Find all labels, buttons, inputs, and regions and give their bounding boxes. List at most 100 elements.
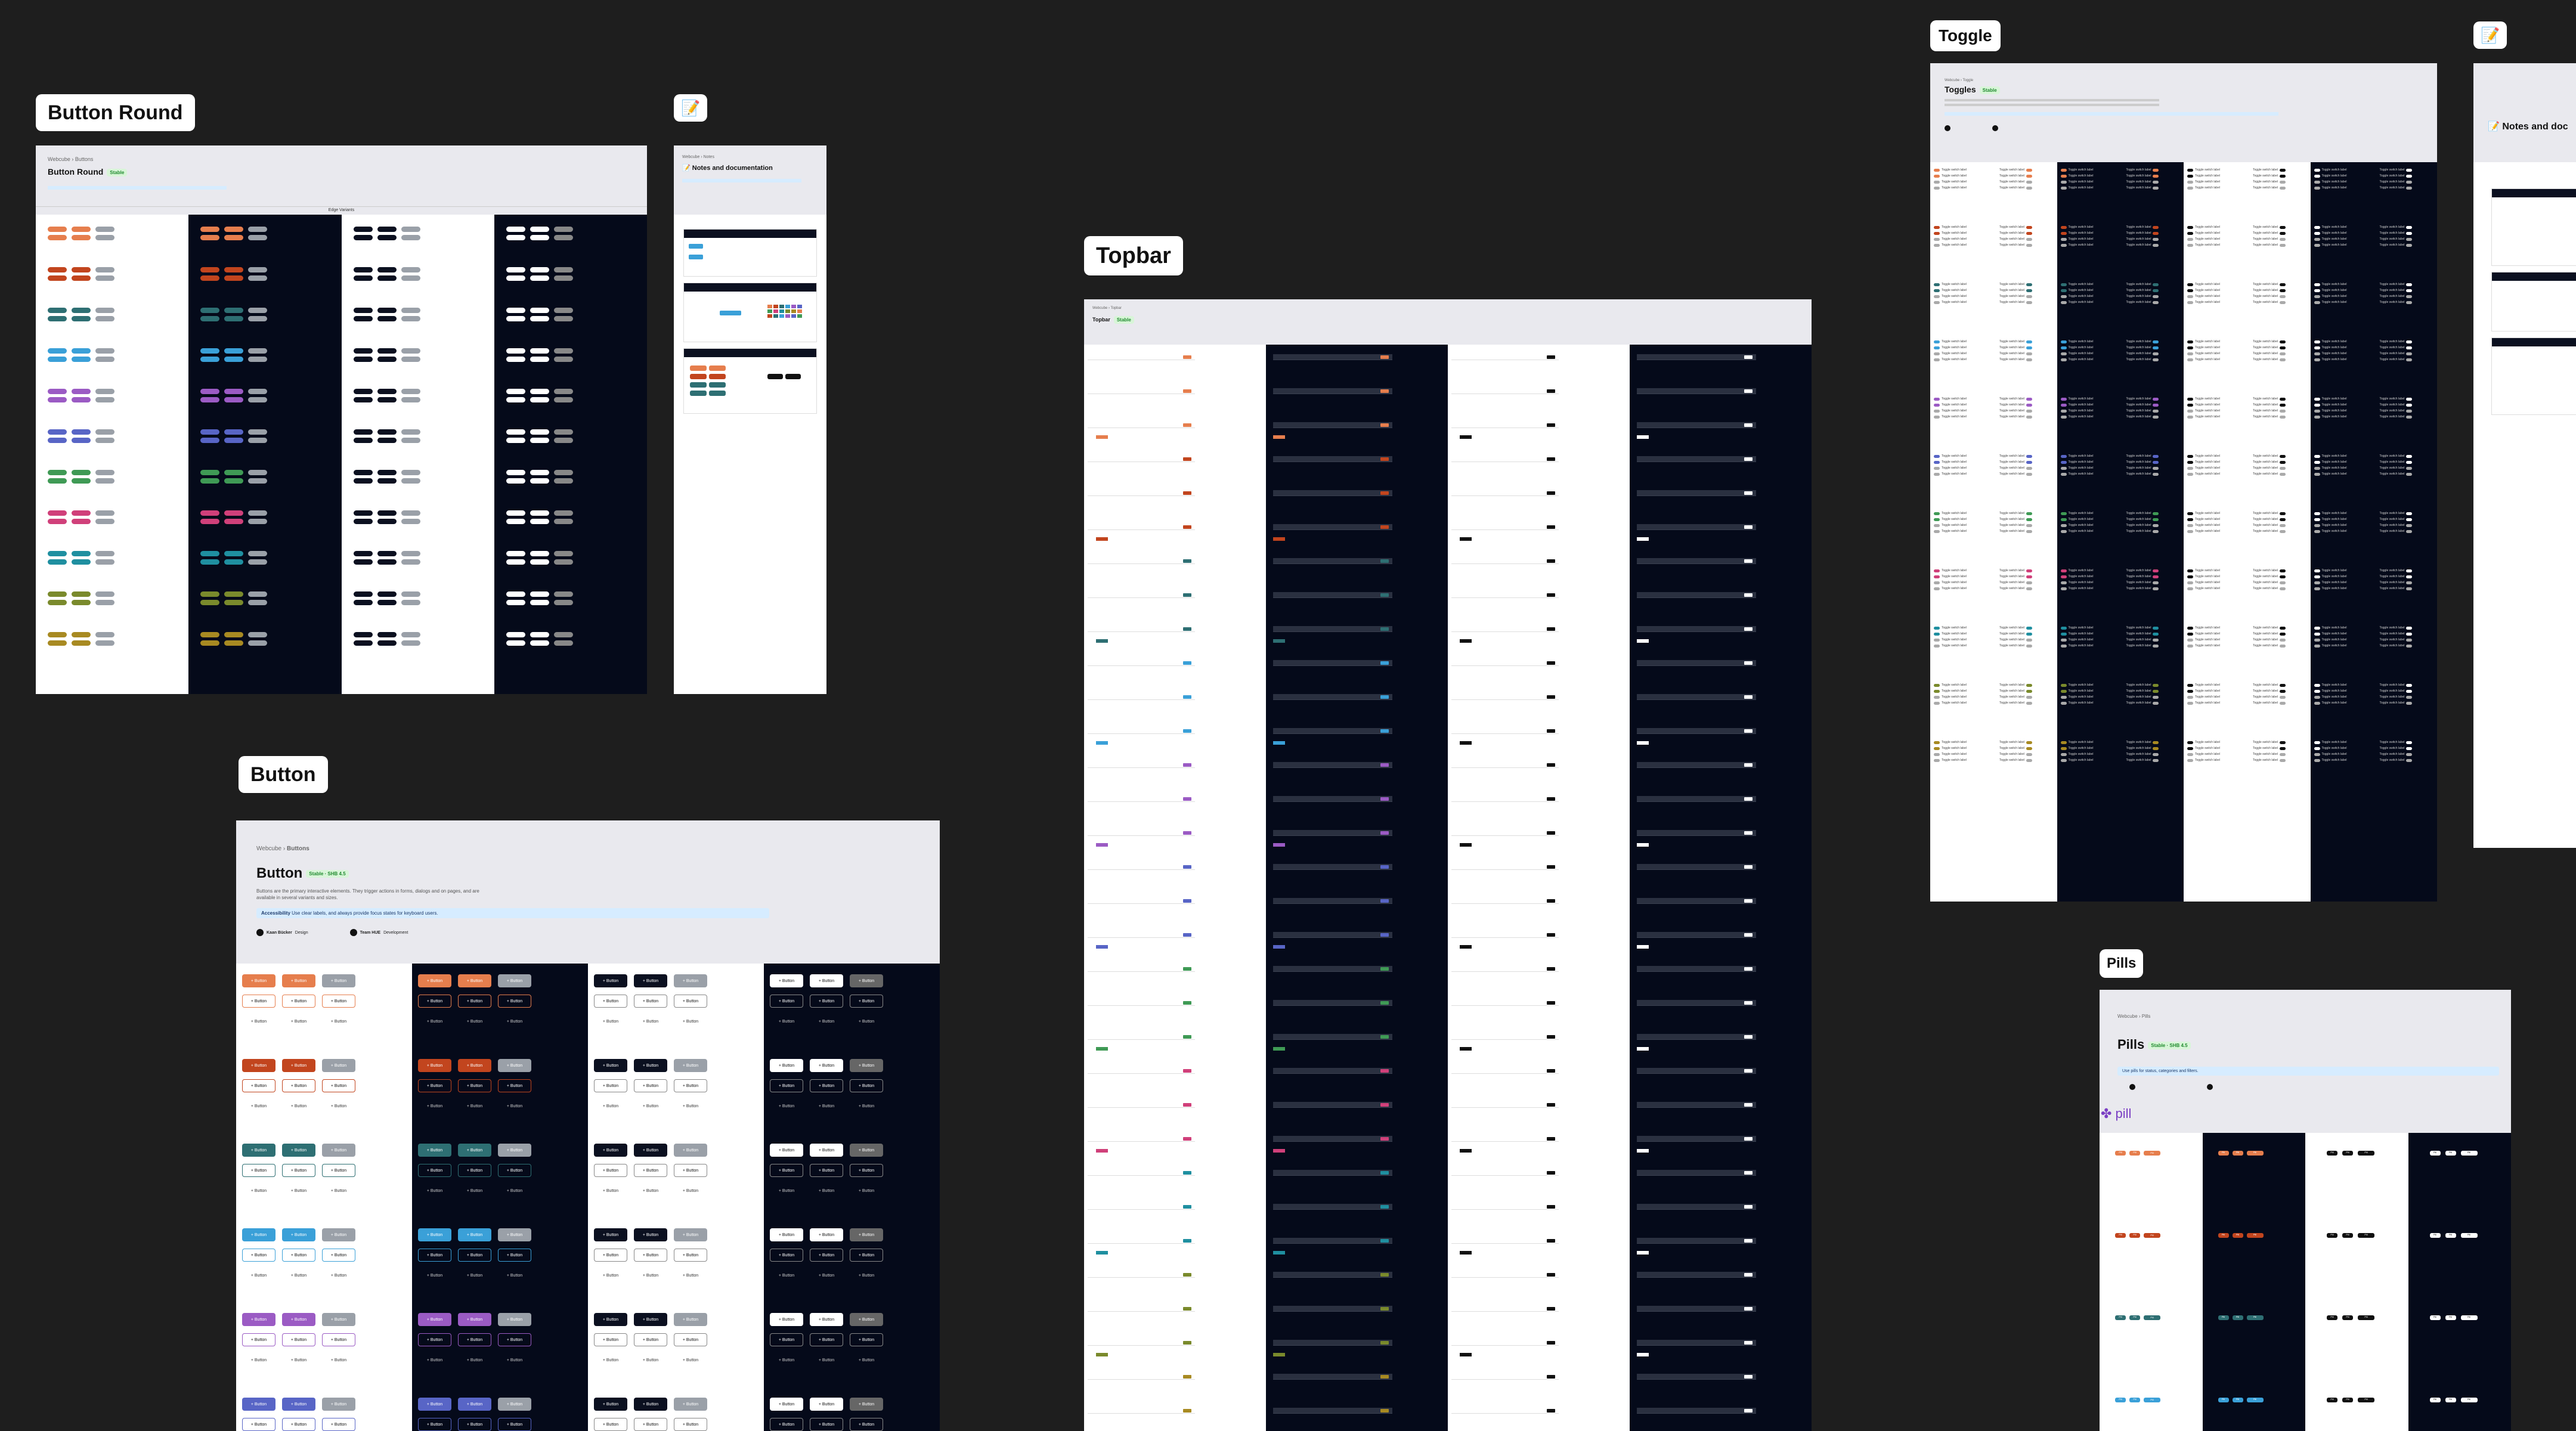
round-button[interactable]	[95, 429, 114, 435]
button-variant[interactable]: + Button	[674, 1333, 707, 1346]
toggle-switch[interactable]	[2406, 512, 2413, 515]
toggle-row[interactable]: Toggle switch label	[2314, 695, 2346, 699]
toggle-row[interactable]: Toggle switch label	[1934, 237, 1967, 241]
toggle-switch[interactable]	[2314, 409, 2320, 413]
toggle-row[interactable]: Toggle switch label	[2380, 352, 2413, 355]
topbar-action[interactable]	[1380, 1341, 1389, 1345]
toggle-switch[interactable]	[2279, 626, 2286, 630]
topbar-action[interactable]	[1183, 423, 1191, 427]
round-button[interactable]	[377, 357, 397, 362]
round-button[interactable]	[72, 308, 91, 313]
toggle-row[interactable]: Toggle switch label	[2187, 283, 2220, 286]
toggle-row[interactable]: Toggle switch label	[1934, 587, 1967, 590]
round-button[interactable]	[377, 478, 397, 484]
toggle-row[interactable]: Toggle switch label	[2314, 415, 2346, 419]
round-button[interactable]	[401, 478, 420, 484]
toggle-switch[interactable]	[2060, 243, 2067, 247]
toggle-switch[interactable]	[2026, 168, 2032, 172]
toggle-switch[interactable]	[2279, 529, 2286, 533]
toggle-row[interactable]: Toggle switch label	[1934, 752, 1967, 756]
button-variant[interactable]: + Button	[458, 1269, 491, 1282]
toggle-row[interactable]: Toggle switch label	[2380, 569, 2413, 572]
round-button[interactable]	[224, 632, 244, 637]
topbar-action[interactable]	[1183, 831, 1191, 835]
toggle-row[interactable]: Toggle switch label	[1999, 632, 2032, 636]
topbar-sample[interactable]	[1451, 626, 1559, 632]
toggle-switch[interactable]	[2026, 512, 2032, 515]
toggle-switch[interactable]	[2187, 741, 2193, 744]
toggle-switch[interactable]	[2406, 747, 2413, 750]
button-variant[interactable]: + Button	[594, 1099, 627, 1113]
button-variant[interactable]: + Button	[242, 995, 275, 1008]
round-button[interactable]	[506, 478, 525, 484]
round-button[interactable]	[353, 308, 373, 313]
button-variant[interactable]: + Button	[810, 1228, 843, 1241]
toggle-switch[interactable]	[2187, 569, 2193, 572]
round-button[interactable]	[377, 470, 397, 475]
round-button[interactable]	[553, 438, 573, 443]
round-button[interactable]	[200, 640, 220, 646]
round-button[interactable]	[530, 438, 549, 443]
round-button[interactable]	[72, 429, 91, 435]
toggle-switch[interactable]	[1934, 575, 1940, 578]
toggle-row[interactable]: Toggle switch label	[1934, 632, 1967, 636]
toggle-row[interactable]: Toggle switch label	[2380, 512, 2413, 515]
round-button[interactable]	[377, 275, 397, 281]
round-button[interactable]	[353, 429, 373, 435]
topbar-action[interactable]	[1380, 1307, 1389, 1311]
round-button[interactable]	[530, 397, 549, 402]
doc-button[interactable]	[709, 391, 726, 396]
topbar-sample[interactable]	[1273, 524, 1392, 530]
button-variant[interactable]: + Button	[594, 974, 627, 987]
toggle-row[interactable]: Toggle switch label	[2126, 524, 2159, 527]
topbar-action[interactable]	[1547, 491, 1555, 495]
topbar-sample[interactable]	[1451, 1374, 1559, 1380]
toggle-switch[interactable]	[2406, 638, 2413, 642]
toggle-switch[interactable]	[2153, 689, 2159, 693]
round-button[interactable]	[353, 357, 373, 362]
button-variant[interactable]: + Button	[282, 1269, 315, 1282]
toggle-row[interactable]: Toggle switch label	[1999, 243, 2032, 247]
toggle-row[interactable]: Toggle switch label	[2253, 632, 2286, 636]
button-variant[interactable]: + Button	[770, 1313, 803, 1326]
topbar-sample[interactable]	[1273, 1306, 1392, 1312]
toggle-row[interactable]: Toggle switch label	[1999, 358, 2032, 361]
button-variant[interactable]: + Button	[674, 1269, 707, 1282]
toggle-switch[interactable]	[2279, 524, 2286, 527]
toggle-row[interactable]: Toggle switch label	[2187, 409, 2220, 413]
toggle-row[interactable]: Toggle switch label	[2380, 575, 2413, 578]
topbar-sample[interactable]	[1088, 1102, 1195, 1108]
topbar-action[interactable]	[1183, 661, 1191, 665]
topbar-sample[interactable]	[1637, 796, 1756, 802]
toggle-switch[interactable]	[2279, 180, 2286, 184]
button-variant[interactable]: + Button	[322, 974, 355, 987]
button-variant[interactable]: + Button	[850, 1353, 883, 1367]
toggle-row[interactable]: Toggle switch label	[1934, 747, 1967, 750]
toggle-row[interactable]: Toggle switch label	[2253, 346, 2286, 349]
button-variant[interactable]: + Button	[498, 1249, 531, 1262]
toggle-switch[interactable]	[2026, 225, 2032, 229]
toggle-switch[interactable]	[2314, 352, 2320, 355]
toggle-switch[interactable]	[1934, 346, 1940, 349]
toggle-switch[interactable]	[2406, 466, 2413, 470]
toggle-row[interactable]: Toggle switch label	[2060, 295, 2093, 298]
round-button[interactable]	[401, 389, 420, 394]
button-variant[interactable]: + Button	[674, 1015, 707, 1028]
topbar-sample[interactable]	[1451, 388, 1559, 394]
button-variant[interactable]: + Button	[770, 1099, 803, 1113]
toggle-row[interactable]: Toggle switch label	[2126, 638, 2159, 642]
toggle-switch[interactable]	[2279, 174, 2286, 178]
toggle-switch[interactable]	[2279, 301, 2286, 304]
doc-button[interactable]	[785, 374, 801, 379]
topbar-sample[interactable]	[1451, 1068, 1559, 1074]
topbar-sample[interactable]	[1088, 626, 1195, 632]
topbar-action[interactable]	[1183, 1103, 1191, 1107]
round-button[interactable]	[506, 227, 525, 232]
frame-label-button[interactable]: Button	[239, 756, 328, 793]
toggle-row[interactable]: Toggle switch label	[2314, 644, 2346, 648]
round-button[interactable]	[48, 235, 67, 240]
topbar-sample[interactable]	[1273, 490, 1392, 496]
toggle-row[interactable]: Toggle switch label	[2187, 352, 2220, 355]
topbar-action[interactable]	[1547, 1409, 1555, 1413]
toggle-switch[interactable]	[2314, 529, 2320, 533]
